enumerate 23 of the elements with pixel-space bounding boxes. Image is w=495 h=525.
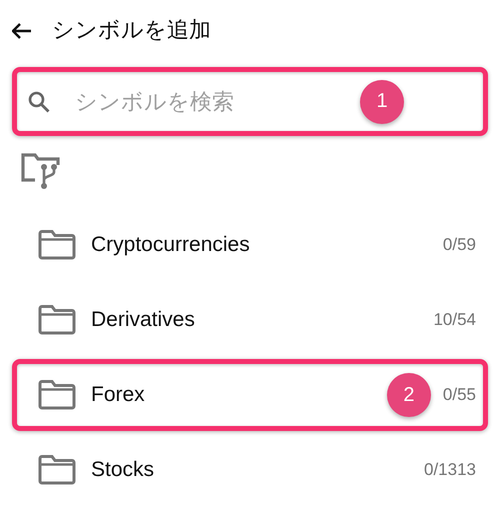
folder-tree-icon[interactable]	[20, 152, 62, 190]
item-count: 0/1313	[424, 460, 476, 480]
number-badge: 2	[386, 373, 431, 417]
list-item[interactable]: Stocks 0/1313	[12, 434, 488, 506]
folder-icon	[38, 380, 76, 410]
item-count: 10/54	[433, 310, 476, 330]
list-item[interactable]: Forex 2 0/55	[12, 359, 488, 431]
folder-name: Derivatives	[91, 308, 196, 332]
number-badge: 1	[360, 80, 404, 124]
back-arrow-icon[interactable]	[12, 23, 32, 39]
folder-name: Cryptocurrencies	[91, 233, 251, 257]
list-item[interactable]: Derivatives 10/54	[12, 284, 488, 356]
search-icon	[28, 90, 50, 112]
folder-name: Stocks	[91, 458, 156, 482]
search-field[interactable]: シンボルを検索	[75, 88, 305, 114]
item-count: 0/55	[442, 385, 476, 405]
page-title: シンボルを追加	[52, 16, 211, 44]
list-item[interactable]: Cryptocurrencies 0/59	[12, 209, 488, 281]
folder-icon	[38, 305, 76, 335]
item-count: 0/59	[442, 235, 476, 255]
folder-icon	[38, 455, 76, 485]
folder-icon	[38, 230, 76, 260]
folder-name: Forex	[91, 383, 146, 407]
